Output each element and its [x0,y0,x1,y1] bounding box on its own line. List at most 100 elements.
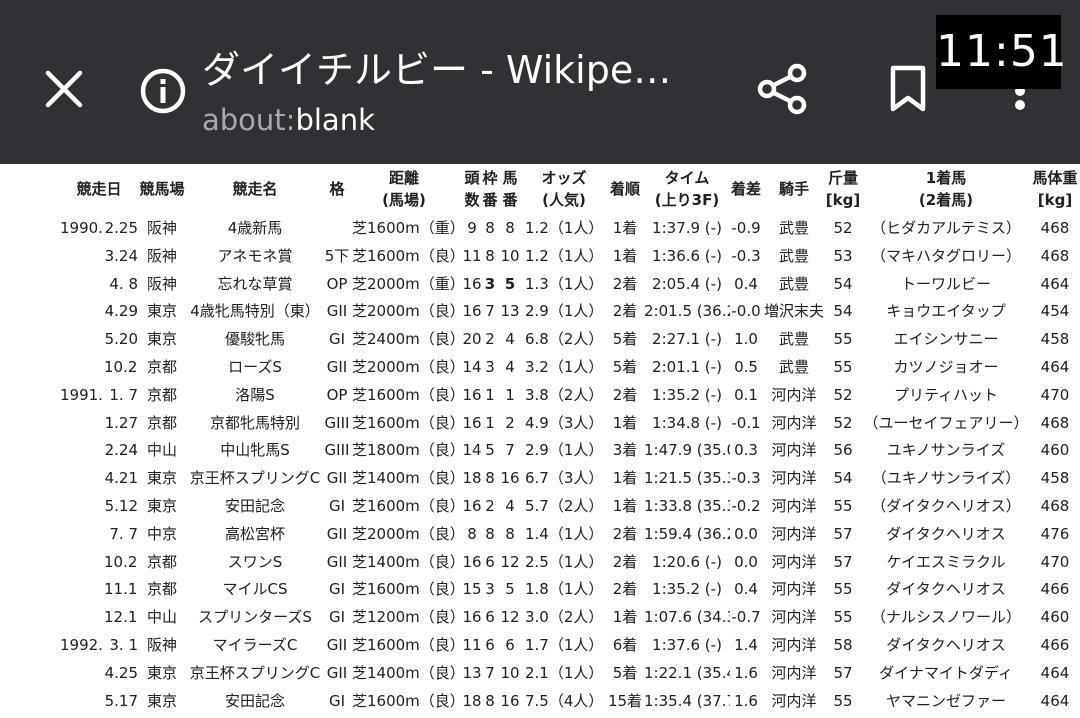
race-name[interactable]: 京都牝馬特別 [186,409,324,437]
winner-horse: （ナルシスノワール） [870,608,1021,627]
race-name[interactable]: マイルCS [186,575,324,603]
share-button[interactable] [748,56,818,122]
table-row: 12.15 中山スプリンターズSGI 芝1200m（良） 166 12 3.0（2人） 1着… [0,603,1080,631]
winner-horse: プリティハット [893,385,999,404]
table-header: 競走日 競馬場 競走名格距離 (馬場) 頭数枠番馬番オッズ (人気) 着順 タイム (上り3F)… [0,164,1080,214]
race-day: 3.24 [104,246,138,265]
race-name[interactable]: スワンS [186,548,324,576]
jockey[interactable]: 増沢末夫 [762,297,826,325]
race-name[interactable]: 4歳新馬 [186,214,324,242]
header-winner-line: 1着馬 [925,169,967,187]
header-weight-line: 斤量 [827,169,858,187]
odds: 2.9（1人） [525,441,603,460]
race-date[interactable]: 4.25 [60,659,138,687]
racecourse[interactable]: 阪神 [137,214,187,242]
race-date[interactable]: 12.15 [60,603,138,631]
race-date[interactable]: 1990. 2.25 [60,214,138,242]
race-year: 1991. [60,385,103,404]
racecourse: 京都 [146,385,177,404]
status-clock: 11:51 [936,15,1067,89]
race-name[interactable]: 安田記念 [186,492,324,520]
gate-number: 1 [485,385,495,404]
race-date[interactable]: 5.17 [60,687,138,715]
winner-horse[interactable]: ヤマニンゼファー [862,687,1030,715]
jockey[interactable]: 武豊 [762,214,826,242]
race-name[interactable]: アネモネ賞 [186,242,324,270]
margin: -0.3 [731,246,761,265]
racecourse: 東京 [146,691,177,710]
racecourse[interactable]: 東京 [137,297,187,325]
distance: 芝2400m（良） [352,330,456,349]
margin: -0.0 [731,302,761,321]
race-date[interactable]: 10.21 [60,353,138,381]
race-name[interactable]: 4歳牝馬特別（東） [186,297,324,325]
racecourse: 阪神 [146,636,177,654]
racecourse[interactable]: 中京 [137,520,187,548]
body-weight: 470 [1040,385,1070,404]
url-display[interactable]: about:blank [202,100,375,140]
header-date-line: 競走日 [76,180,122,198]
race-name[interactable]: 優駿牝馬 [186,325,324,353]
header-winner: 1着馬 (2着馬) [862,164,1030,214]
body-weight: 458 [1040,469,1070,488]
header-date: 競走日 [60,164,138,214]
winner-horse: （マキハタグロリー） [870,246,1021,265]
jockey: 河内洋 [771,497,817,515]
race-time: 2:01.5 (36.2) [644,302,730,321]
winner-horse: （ユーセイフェアリー） [863,413,1029,432]
header-odds: オッズ (人気) [525,164,603,214]
winner-horse[interactable]: エイシンサニー [862,325,1030,353]
jockey[interactable]: 河内洋 [762,381,826,409]
race-name[interactable]: マイラーズC [186,631,324,659]
race-date[interactable]: 10.26 [60,548,138,576]
race-date[interactable]: 1991. 1. 7 [60,381,138,409]
winner-horse[interactable]: ダイタクヘリオス [862,575,1030,603]
field-size: 18 [462,691,482,710]
race-date[interactable]: 3.24 [60,242,138,270]
race-name[interactable]: ローズS [186,353,324,381]
horse-number: 12 [500,552,520,571]
horse-number: 5 [505,580,515,599]
racecourse[interactable]: 京都 [137,353,187,381]
bookmark-button[interactable] [876,56,940,122]
race-grade: GI [328,330,346,349]
race-date[interactable]: 7. 7 [60,520,138,548]
winner-horse[interactable]: ケイエスミラクル [862,548,1030,576]
finish-place: 5着 [612,330,638,349]
field-size: 16 [462,413,482,432]
url-scheme: about: [202,103,296,137]
racecourse[interactable]: 中山 [137,436,187,464]
site-info-button[interactable] [134,62,192,120]
race-name[interactable]: 高松宮杯 [186,520,324,548]
body-weight: 468 [1040,219,1070,237]
winner-horse[interactable]: ダイナマイトダディ [862,659,1030,687]
race-date[interactable]: 5.12 [60,492,138,520]
race-name[interactable]: 京王杯スプリングC [186,464,324,492]
header-heads: 頭数 [460,164,484,214]
winner-horse[interactable]: キョウエイタップ [862,297,1030,325]
race-day: 12.15 [104,608,138,627]
race-date[interactable]: 1992. 3. 1 [60,631,138,659]
race-date[interactable]: 4. 8 [60,270,138,298]
race-date[interactable]: 1.27 [60,409,138,437]
race-time: 1:59.4 (36.2) [644,524,730,543]
race-date[interactable]: 4.21 [60,464,138,492]
close-button[interactable] [30,58,98,120]
odds: 6.8（2人） [525,330,603,349]
race-date[interactable]: 2.24 [60,436,138,464]
winner-horse[interactable]: ユキノサンライズ [862,436,1030,464]
race-date[interactable]: 5.20 [60,325,138,353]
header-odds-line: (人気) [542,191,586,209]
race-name[interactable]: 中山牝馬S [186,436,324,464]
race-date[interactable]: 11.17 [60,575,138,603]
page-title[interactable]: ダイイチルビー - Wikipe… [202,46,722,94]
race-date[interactable]: 4.29 [60,297,138,325]
race-time: 1:21.5 (35.3) [644,469,730,488]
race-name[interactable]: 忘れな草賞 [186,270,324,298]
gate-number: 6 [485,636,495,654]
horse-number: 5 [504,274,516,293]
winner-horse[interactable]: （ダイタクヘリオス） [862,492,1030,520]
carried-weight: 57 [833,524,853,543]
race-name[interactable]: スプリンターズS [186,603,324,631]
margin: 1.4 [734,636,758,654]
